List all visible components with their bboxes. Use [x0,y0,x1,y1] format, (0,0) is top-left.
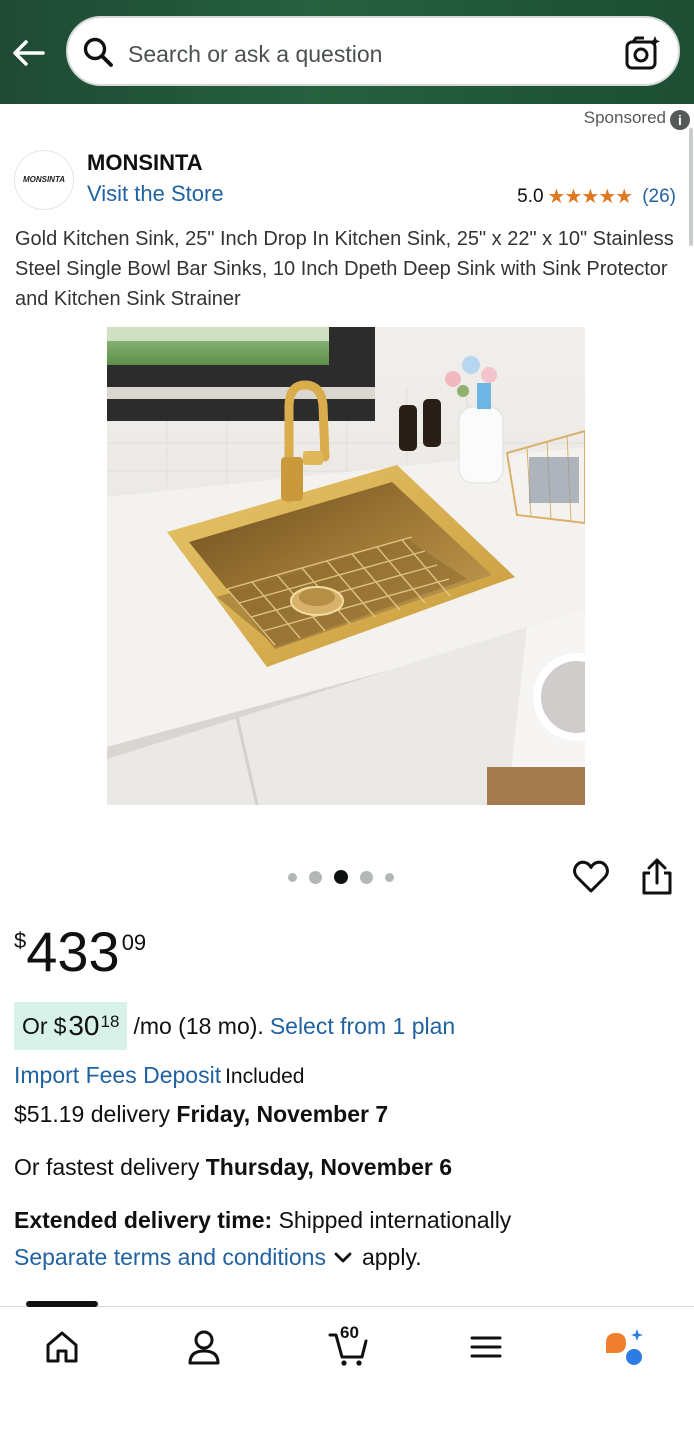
import-fees-status: Included [225,1065,305,1088]
search-bar[interactable]: Search or ask a question [66,16,680,86]
price-fraction: 09 [121,930,147,955]
delivery-date: Friday, November 7 [176,1101,389,1127]
back-arrow-icon[interactable] [10,36,46,70]
chevron-down-icon[interactable] [332,1247,354,1269]
carousel-dot-active[interactable] [334,870,348,884]
visit-store-link[interactable]: Visit the Store [87,181,224,207]
menu-icon[interactable] [466,1327,506,1367]
separate-terms-link[interactable]: Separate terms and conditions [14,1244,326,1271]
fastest-delivery-prefix: Or fastest delivery [14,1154,200,1180]
camera-lens-icon[interactable] [624,34,662,72]
heart-icon[interactable] [572,858,610,896]
carousel-dot[interactable] [309,870,322,884]
monthly-terms: /mo (18 mo). [133,1012,264,1039]
assistant-icon[interactable] [604,1327,644,1367]
home-icon[interactable] [42,1327,82,1367]
rating-value: 5.0 [517,185,544,207]
price-symbol: $ [14,928,27,953]
monthly-payment-row: Or $ 30 18 /mo (18 mo). Select from 1 pl… [14,1002,455,1050]
brand-logo[interactable]: MONSINTA [14,150,74,210]
monthly-price-highlight: Or $ 30 18 [14,1002,128,1050]
monthly-whole: 30 [68,1010,100,1041]
terms-row: Separate terms and conditions apply. [14,1244,422,1271]
sponsored-label: Sponsored [583,108,666,127]
star-rating-icon: ★★★★★ [547,186,634,208]
search-input[interactable]: Search or ask a question [128,41,382,68]
monthly-fraction: 18 [100,1012,120,1031]
product-title: Gold Kitchen Sink, 25" Inch Drop In Kitc… [15,228,674,310]
product-photo [107,327,585,805]
select-plan-link[interactable]: Select from 1 plan [270,1013,455,1040]
image-carousel-dots[interactable] [288,870,394,884]
fastest-delivery-row: Or fastest delivery Thursday, November 6 [14,1154,452,1181]
import-fees-row: Import Fees Deposit Included [14,1062,305,1089]
cart-count-badge: 60 [340,1323,359,1342]
delivery-row: $51.19 delivery Friday, November 7 [14,1101,388,1128]
extended-delivery-row: Extended delivery time: Shipped internat… [14,1207,511,1234]
scrollbar[interactable] [689,128,693,246]
carousel-dot[interactable] [288,872,297,882]
info-icon[interactable]: i [670,110,690,130]
fastest-delivery-date: Thursday, November 6 [205,1154,452,1180]
extended-delivery-text: Shipped internationally [278,1207,512,1233]
rating-count-link[interactable]: (26) [642,186,676,208]
brand-name: MONSINTA [87,150,203,175]
extended-delivery-label: Extended delivery time: [14,1207,273,1233]
price: $ 433 09 [14,922,146,982]
monthly-symbol: $ [53,1012,67,1039]
rating-summary[interactable]: 5.0 ★★★★★ (26) [517,184,676,209]
search-icon [83,37,113,67]
header-bar: Search or ask a question [0,0,694,104]
terms-suffix: apply. [361,1244,422,1270]
product-image[interactable] [107,327,585,805]
import-fees-link[interactable]: Import Fees Deposit [14,1062,221,1088]
delivery-price: $51.19 delivery [14,1101,170,1127]
share-icon[interactable] [638,857,676,897]
price-whole: 433 [26,920,120,983]
active-tab-indicator [26,1301,98,1307]
monthly-prefix: Or [22,1012,48,1039]
carousel-dot[interactable] [360,870,373,884]
carousel-dot[interactable] [385,872,394,882]
account-icon[interactable] [184,1327,224,1367]
